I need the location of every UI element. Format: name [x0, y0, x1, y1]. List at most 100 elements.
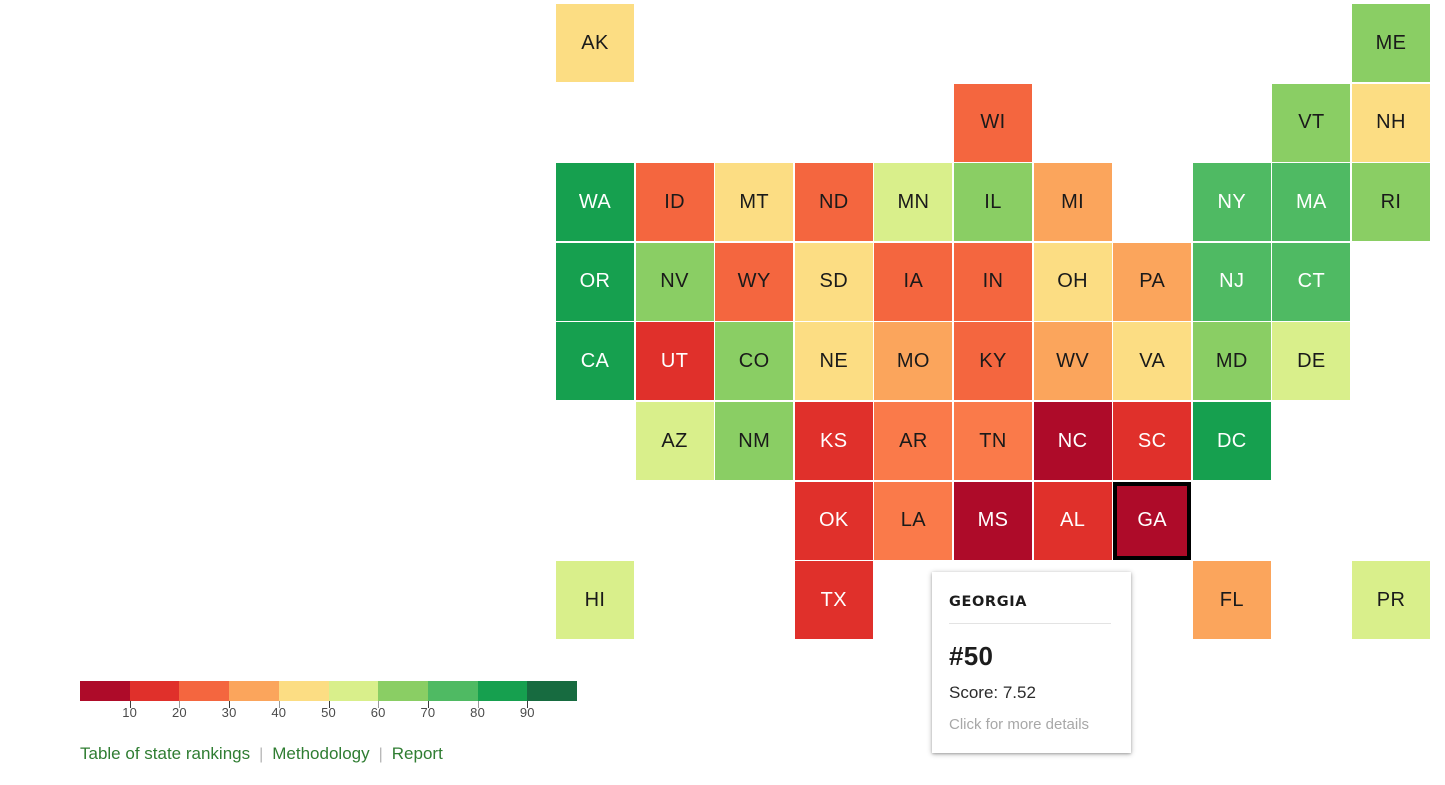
state-tile-md[interactable]: MD [1192, 322, 1271, 401]
state-tile-in[interactable]: IN [954, 242, 1032, 321]
state-tile-nh[interactable]: NH [1352, 83, 1430, 162]
state-tile-label: NH [1376, 111, 1406, 134]
state-tile-label: ID [664, 190, 685, 213]
state-tile-la[interactable]: LA [874, 481, 953, 560]
state-tile-oh[interactable]: OH [1033, 242, 1112, 321]
state-tile-label: SD [819, 270, 849, 293]
state-tile-sd[interactable]: SD [794, 242, 873, 321]
footer-links: Table of state rankings | Methodology | Repo… [80, 744, 443, 764]
state-tile-ny[interactable]: NY [1192, 163, 1271, 242]
state-tile-pa[interactable]: PA [1113, 242, 1192, 321]
state-tile-label: HI [584, 588, 606, 611]
state-tile-label: TN [979, 429, 1007, 452]
state-tile-label: NY [1217, 190, 1247, 213]
link-table-of-state-rankings[interactable]: Table of state rankings [80, 744, 250, 763]
state-tile-ca[interactable]: CA [556, 322, 634, 401]
state-tile-ak[interactable]: AK [556, 4, 634, 82]
state-tile-label: FL [1219, 588, 1244, 611]
state-tile-co[interactable]: CO [715, 322, 794, 401]
state-tile-mi[interactable]: MI [1033, 163, 1112, 242]
state-tile-wa[interactable]: WA [556, 163, 634, 242]
state-tile-mn[interactable]: MN [874, 163, 953, 242]
state-tile-label: AL [1059, 509, 1086, 532]
state-tile-ar[interactable]: AR [874, 402, 953, 480]
state-tile-label: WA [578, 190, 612, 213]
legend-band-90-100 [527, 681, 578, 701]
state-tile-label: RI [1380, 190, 1402, 213]
state-detail-tooltip[interactable]: GEORGIA #50 Score: 7.52 Click for more d… [932, 572, 1131, 753]
state-tile-label: NV [660, 270, 689, 293]
state-tile-ri[interactable]: RI [1352, 163, 1430, 242]
tooltip-rank: #50 [949, 641, 994, 671]
state-tile-hi[interactable]: HI [556, 561, 634, 640]
tooltip-click-hint: Click for more details [949, 716, 1090, 733]
state-tile-me[interactable]: ME [1352, 4, 1430, 82]
state-tile-nc[interactable]: NC [1033, 402, 1112, 480]
legend-band-80-90 [477, 681, 528, 701]
state-tile-il[interactable]: IL [954, 163, 1032, 242]
state-tile-label: MO [896, 349, 930, 372]
state-tile-label: CA [580, 349, 610, 372]
state-tile-ne[interactable]: NE [794, 322, 873, 401]
state-tile-label: NE [819, 349, 849, 372]
state-tile-mt[interactable]: MT [715, 163, 794, 242]
state-tile-label: AZ [661, 429, 688, 452]
state-tile-label: KS [820, 429, 848, 452]
state-tile-wv[interactable]: WV [1033, 322, 1112, 401]
state-tile-label: ND [818, 190, 849, 213]
state-tile-wi[interactable]: WI [954, 83, 1032, 162]
legend-label-40: 40 [271, 705, 287, 720]
state-tile-de[interactable]: DE [1272, 322, 1351, 401]
state-tile-nm[interactable]: NM [715, 402, 794, 480]
state-tile-label: MT [739, 190, 770, 213]
state-tile-ms[interactable]: MS [954, 481, 1032, 560]
link-separator-1: | [259, 746, 264, 763]
state-tile-nd[interactable]: ND [794, 163, 873, 242]
state-tile-label: IN [982, 270, 1004, 293]
state-tile-or[interactable]: OR [556, 242, 634, 321]
state-tile-ct[interactable]: CT [1272, 242, 1351, 321]
state-tile-label: MI [1061, 190, 1085, 213]
state-tile-pr[interactable]: PR [1352, 561, 1430, 640]
state-tile-ia[interactable]: IA [874, 242, 953, 321]
state-tile-ga[interactable]: GA [1113, 481, 1192, 560]
state-tile-label: WY [737, 270, 771, 293]
color-scale-legend [80, 681, 578, 708]
link-report[interactable]: Report [392, 744, 443, 763]
state-tile-ks[interactable]: KS [794, 402, 873, 480]
link-methodology[interactable]: Methodology [272, 744, 369, 763]
state-tile-vt[interactable]: VT [1272, 83, 1351, 162]
state-tile-fl[interactable]: FL [1192, 561, 1271, 640]
state-tile-label: UT [660, 349, 689, 372]
state-tile-label: WV [1056, 349, 1090, 372]
state-tile-nv[interactable]: NV [635, 242, 714, 321]
state-tile-label: MN [897, 190, 930, 213]
legend-label-70: 70 [420, 705, 436, 720]
state-tile-mo[interactable]: MO [874, 322, 953, 401]
legend-band-60-70 [378, 681, 429, 701]
state-tile-nj[interactable]: NJ [1192, 242, 1271, 321]
legend-band-10-20 [129, 681, 180, 701]
state-tile-label: DC [1216, 429, 1247, 452]
state-tile-tx[interactable]: TX [794, 561, 873, 640]
legend-label-50: 50 [321, 705, 336, 720]
state-tile-ma[interactable]: MA [1272, 163, 1351, 242]
state-tile-label: OK [818, 509, 849, 532]
state-tile-label: WI [980, 111, 1006, 134]
state-tile-ky[interactable]: KY [954, 322, 1032, 401]
state-tile-ok[interactable]: OK [794, 481, 873, 560]
state-tile-label: MA [1295, 190, 1327, 213]
state-tile-va[interactable]: VA [1113, 322, 1192, 401]
legend-label-20: 20 [171, 705, 187, 720]
state-tile-id[interactable]: ID [635, 163, 714, 242]
state-tile-label: PA [1139, 270, 1166, 293]
state-tile-sc[interactable]: SC [1113, 402, 1192, 480]
state-tile-al[interactable]: AL [1033, 481, 1112, 560]
state-tile-label: ME [1375, 31, 1407, 54]
state-tile-ut[interactable]: UT [635, 322, 714, 401]
state-tile-tn[interactable]: TN [954, 402, 1032, 480]
state-tile-map: AK ME WI VT NH WA ID MT ND MN IL MI NY MA RI OR NV WY SD IA… [556, 2, 1436, 642]
state-tile-dc[interactable]: DC [1192, 402, 1271, 480]
state-tile-az[interactable]: AZ [635, 402, 714, 480]
state-tile-wy[interactable]: WY [715, 242, 794, 321]
